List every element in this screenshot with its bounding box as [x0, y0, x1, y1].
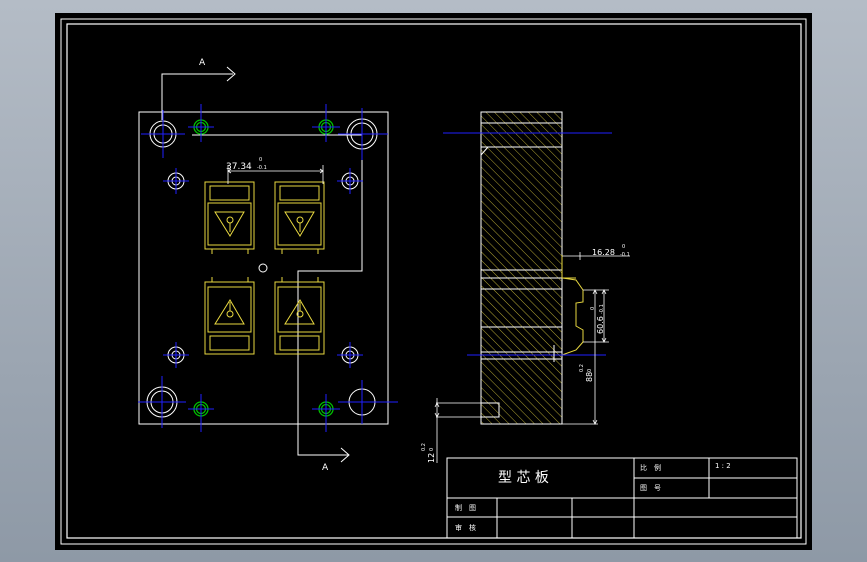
- centerlines: [138, 104, 398, 432]
- dim-step-width-tol-upper: 0: [622, 244, 625, 250]
- dim-cavity-pitch-tol-lower: -0.1: [257, 165, 267, 171]
- title-part-name: 型 芯 板: [498, 470, 549, 486]
- dim-cavity-pitch-tol-upper: 0: [259, 157, 262, 163]
- title-checked-by-label: 审 核: [455, 523, 476, 532]
- dim-step-height-tol-lower: -0.1: [599, 304, 605, 314]
- dim-step-height-value: 60.6: [596, 316, 605, 334]
- section-marker-top: A: [199, 58, 206, 68]
- section-marker-bottom: A: [322, 463, 329, 473]
- title-drawn-by-label: 制 图: [455, 503, 476, 512]
- title-drawing-no-label: 图 号: [640, 484, 661, 492]
- front-view: A A 37.34 0 -0.1: [138, 58, 398, 473]
- cavity-insert-top-right: [274, 181, 325, 254]
- guide-pin-holes: [146, 118, 378, 418]
- dim-base-height-value: 12: [427, 453, 436, 463]
- screw-holes: [167, 172, 359, 364]
- core-plate-outline: [138, 111, 389, 425]
- cad-drawing-sheet: A A 37.34 0 -0.1 16.28 0 -0.1 60.6 0 -0.…: [55, 13, 812, 550]
- section-view: 16.28 0 -0.1 60.6 0 -0.1 88 0.2 0 12 0.2…: [421, 111, 630, 463]
- section-body: [480, 111, 563, 425]
- dim-step-width-value: 16.28: [592, 248, 615, 257]
- dim-cavity-pitch-value: 37.34: [226, 162, 252, 172]
- dim-plate-height-tol-upper: 0.2: [579, 364, 585, 372]
- cavity-insert-bottom-left: [204, 277, 255, 355]
- dim-plate-height-value: 88: [585, 372, 594, 382]
- cad-canvas: A A 37.34 0 -0.1 16.28 0 -0.1 60.6 0 -0.…: [60, 18, 807, 545]
- dim-base-height-tol-upper: 0.2: [421, 443, 427, 451]
- dim-base-height-tol-lower: 0: [429, 448, 435, 451]
- dim-plate-height-tol-lower: 0: [587, 369, 593, 372]
- title-scale-value: 1 : 2: [715, 462, 731, 470]
- title-scale-label: 比 例: [640, 463, 661, 472]
- dim-step-height-tol-upper: 0: [590, 307, 596, 310]
- cavity-insert-top-left: [204, 181, 255, 254]
- outer-frame: [60, 18, 807, 545]
- insert-profile: [561, 255, 584, 356]
- dim-step-width-tol-lower: -0.1: [620, 252, 630, 258]
- cavity-insert-bottom-right: [274, 277, 325, 355]
